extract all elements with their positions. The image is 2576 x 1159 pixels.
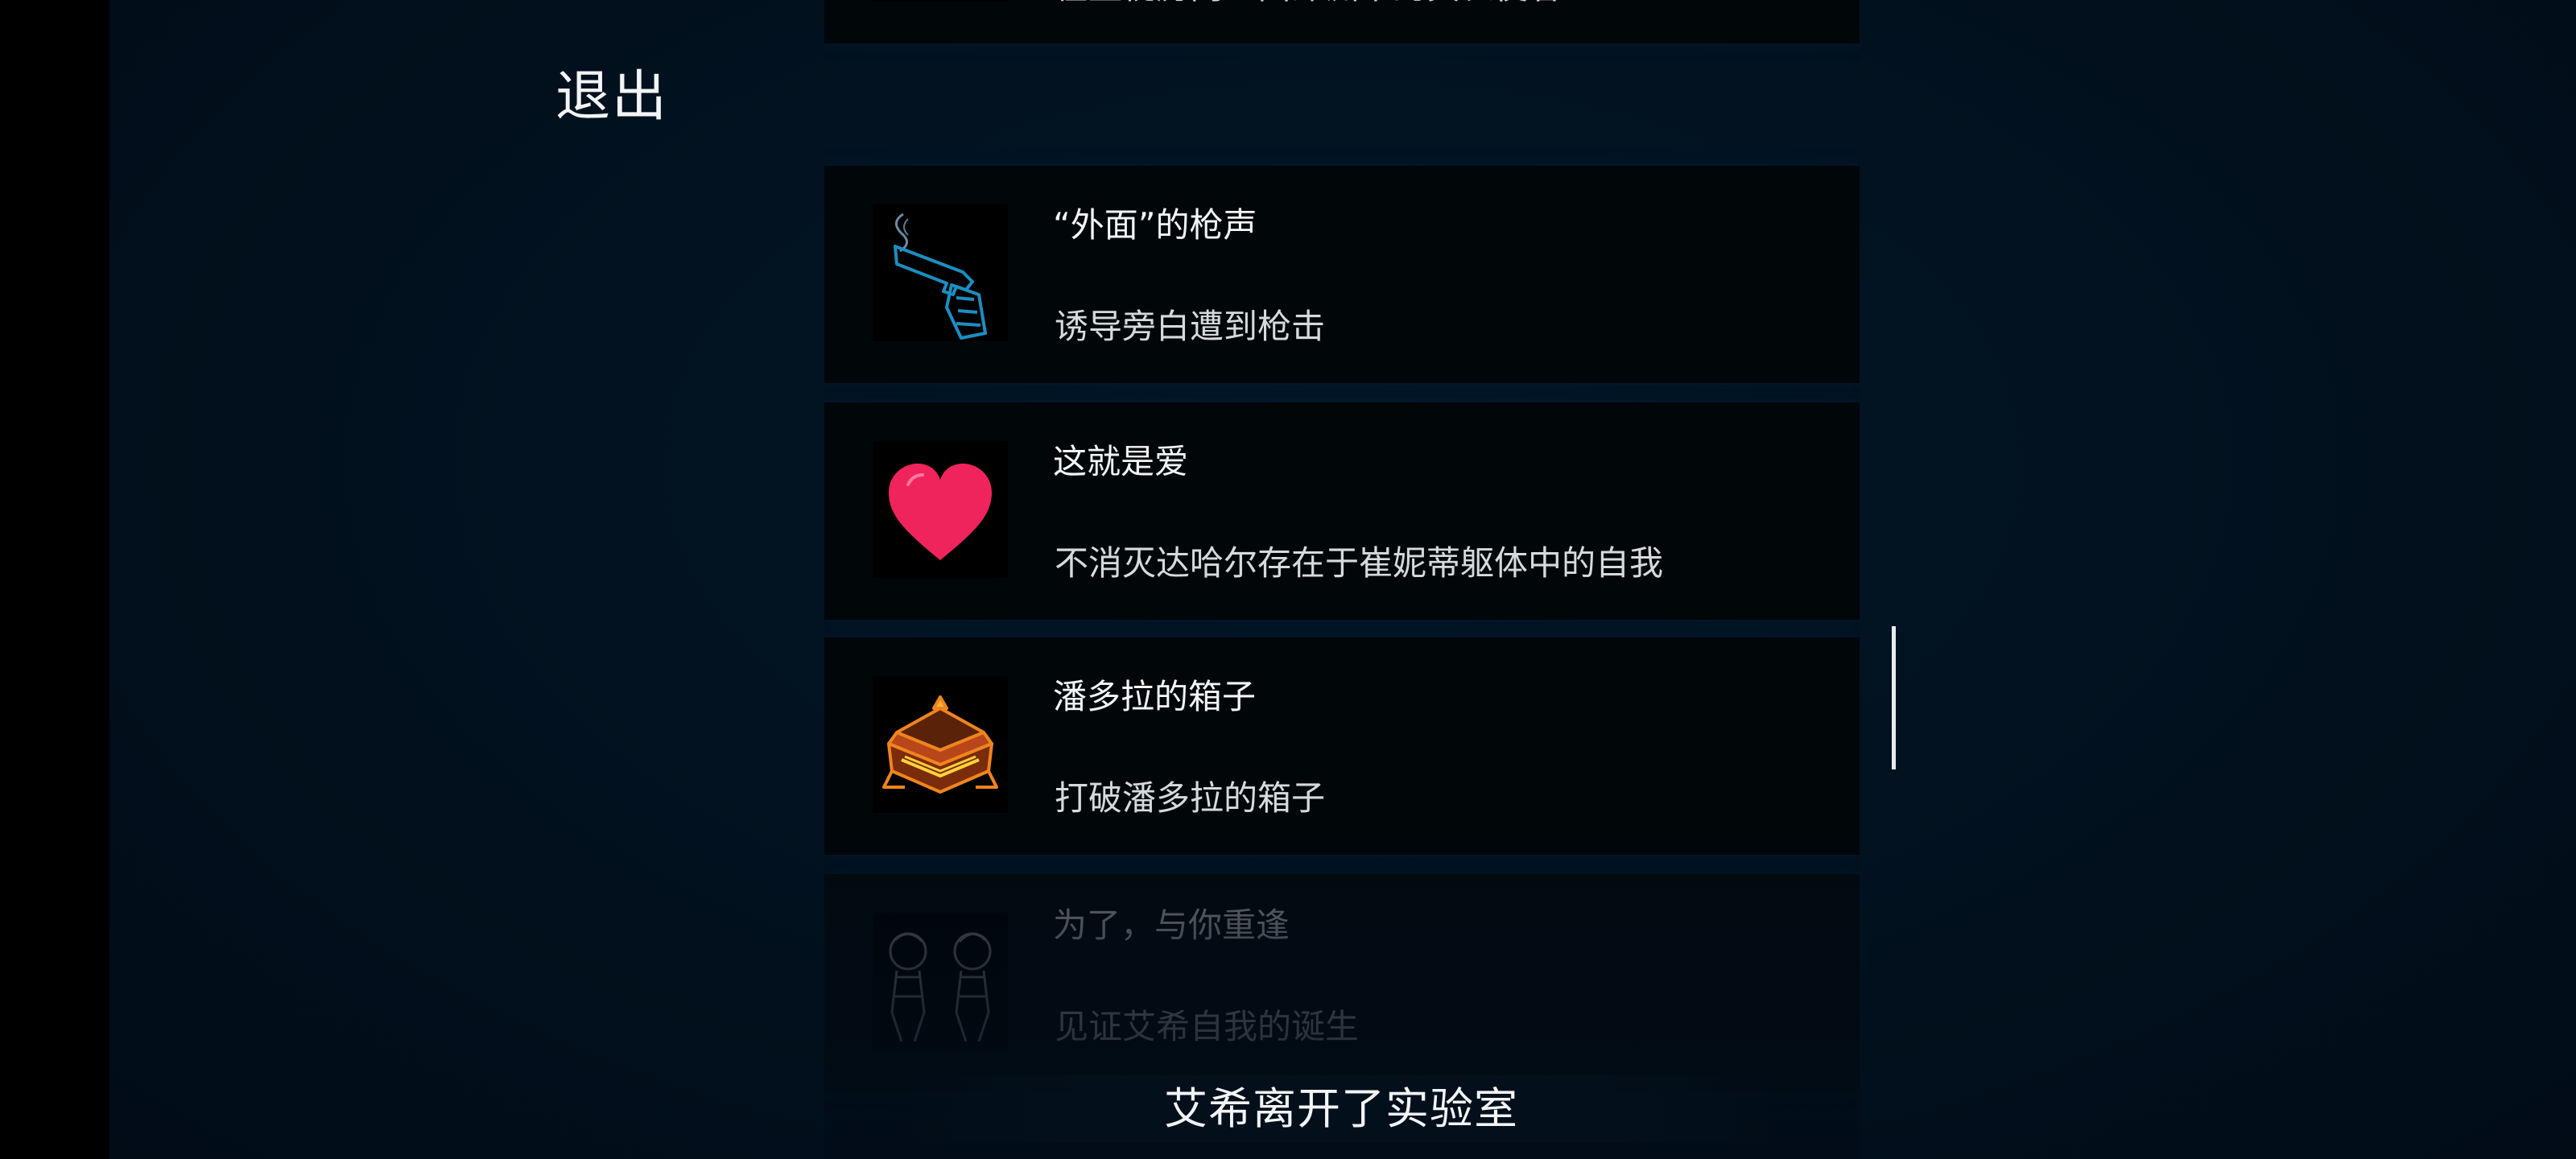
- achievement-description: 打破潘多拉的箱子: [1055, 778, 1326, 818]
- heart-icon: [873, 441, 1008, 578]
- exit-button[interactable]: 退出: [555, 52, 668, 131]
- achievement-card[interactable]: 潘多拉的箱子 打破潘多拉的箱子: [824, 637, 1860, 855]
- achievement-description: 不消灭达哈尔存在于崔妮蒂躯体中的自我: [1055, 543, 1664, 583]
- achievement-card[interactable]: 在监视房内直面深渊中的黄衣使者: [824, 0, 1860, 43]
- letterbox-left: [0, 0, 109, 1159]
- box-icon: [873, 676, 1008, 813]
- twin-figures-icon: [873, 913, 1008, 1050]
- achievement-card[interactable]: 这就是爱 不消灭达哈尔存在于崔妮蒂躯体中的自我: [824, 402, 1860, 620]
- achievement-title: 这就是爱: [1053, 442, 1189, 481]
- game-screen: 退出 在监视房内直面深渊中的黄衣使者: [0, 0, 2576, 1159]
- pistol-icon: [873, 204, 1008, 341]
- achievement-title: “外面”的枪声: [1053, 205, 1257, 245]
- achievement-card[interactable]: “外面”的枪声 诱导旁白遭到枪击: [824, 166, 1860, 383]
- achievement-description: 在监视房内直面深渊中的黄衣使者: [1055, 0, 1562, 9]
- achievement-title: 为了，与你重逢: [1053, 905, 1290, 945]
- achievement-list[interactable]: 在监视房内直面深渊中的黄衣使者 “外面”的枪声 诱导旁白遭到枪: [824, 0, 1860, 1159]
- yellow-sign-icon: [873, 0, 1008, 2]
- achievement-title: 潘多拉的箱子: [1053, 677, 1257, 716]
- achievement-card-locked[interactable]: 为了，与你重逢 见证艾希自我的诞生: [824, 874, 1860, 1091]
- scrollbar-thumb[interactable]: [1892, 626, 1896, 769]
- achievement-description: 诱导旁白遭到枪击: [1055, 307, 1326, 346]
- achievement-description: 见证艾希自我的诞生: [1055, 1007, 1360, 1046]
- subtitle-text: 艾希离开了实验室: [1164, 1083, 1518, 1134]
